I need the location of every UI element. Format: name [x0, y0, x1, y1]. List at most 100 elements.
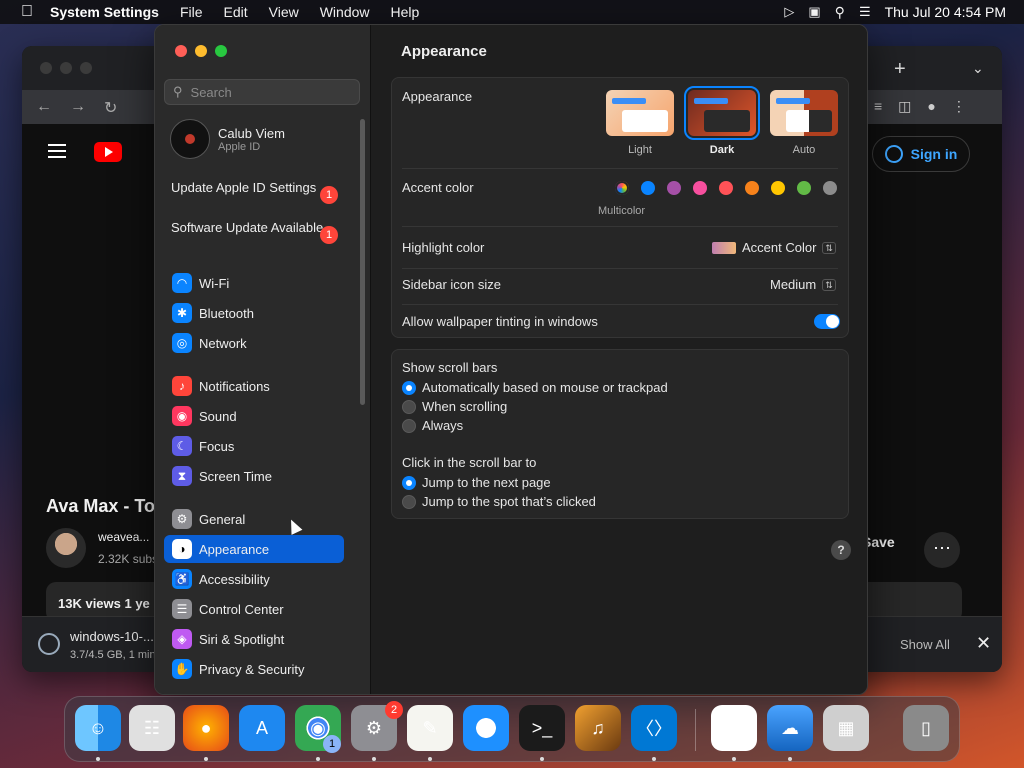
accent-swatch[interactable]: [719, 181, 733, 195]
radio-button[interactable]: [402, 475, 416, 490]
menu-file[interactable]: File: [180, 4, 203, 20]
appearance-auto-label[interactable]: Auto: [764, 144, 844, 156]
accent-swatch[interactable]: [797, 181, 811, 195]
youtube-logo[interactable]: [94, 142, 122, 162]
new-tab-icon[interactable]: +: [894, 58, 906, 81]
accent-swatch[interactable]: [641, 181, 655, 195]
radio-jump-next-page[interactable]: Jump to the next page: [402, 475, 551, 490]
sidebar-item-network[interactable]: ◎ Network: [164, 329, 344, 357]
notification-badge: 1: [320, 226, 338, 244]
dock-textedit-icon[interactable]: ✎: [407, 705, 453, 751]
sidebar-item-appearance[interactable]: ◑ Appearance: [164, 535, 344, 563]
dock-safari-icon[interactable]: ⌖: [463, 705, 509, 751]
menu-view[interactable]: View: [269, 4, 299, 20]
sidebar-item-accessibility[interactable]: ♿ Accessibility: [164, 565, 344, 593]
show-all-button[interactable]: Show All: [900, 637, 950, 652]
wallpaper-tinting-toggle[interactable]: [814, 314, 840, 329]
accent-multicolor-swatch[interactable]: [615, 181, 629, 195]
channel-name[interactable]: weavea...: [98, 530, 149, 544]
channel-avatar[interactable]: [46, 528, 86, 568]
side-panel-icon[interactable]: ◫: [898, 98, 911, 115]
hamburger-menu-icon[interactable]: [48, 144, 66, 162]
sidebar-item-sound[interactable]: ◉ Sound: [164, 402, 344, 430]
radio-when-scrolling[interactable]: When scrolling: [402, 399, 507, 414]
search-field[interactable]: ⚲: [164, 79, 360, 105]
forward-arrow-icon[interactable]: →: [70, 98, 86, 118]
sign-in-button[interactable]: Sign in: [872, 136, 970, 172]
dock-running-indicator: [788, 757, 792, 761]
sidebar-item-focus[interactable]: ☾ Focus: [164, 432, 344, 460]
reading-list-icon[interactable]: ≡: [874, 98, 882, 115]
apple-menu-icon[interactable]: : [18, 3, 36, 21]
dock-terminal-icon[interactable]: >_: [519, 705, 565, 751]
dock-firefox-icon[interactable]: ●: [183, 705, 229, 751]
sidebar-item-siri-spotlight[interactable]: ◈ Siri & Spotlight: [164, 625, 344, 653]
dock-vs-code-icon[interactable]: 〈〉: [631, 705, 677, 751]
appearance-dark-thumbnail[interactable]: [684, 86, 760, 140]
appearance-light-label[interactable]: Light: [600, 144, 680, 156]
dock-running-indicator: [372, 757, 376, 761]
sidebar-item-screen-time[interactable]: ⧗ Screen Time: [164, 462, 344, 490]
accent-swatch[interactable]: [667, 181, 681, 195]
accent-swatch[interactable]: [823, 181, 837, 195]
dock-visual-studio-icon[interactable]: ❖: [711, 705, 757, 751]
menu-app-name[interactable]: System Settings: [50, 4, 159, 20]
appearance-auto-thumbnail[interactable]: [770, 90, 838, 136]
sidebar-item-control-center[interactable]: ☰ Control Center: [164, 595, 344, 623]
dock-trash-icon[interactable]: ▯: [903, 705, 949, 751]
browser-menu-icon[interactable]: ⋮: [952, 98, 966, 115]
dock-app-store-icon[interactable]: A: [239, 705, 285, 751]
dock-weather-icon[interactable]: ☁: [767, 705, 813, 751]
radio-button[interactable]: [402, 399, 416, 414]
close-window-button[interactable]: [175, 45, 187, 57]
accent-swatch[interactable]: [693, 181, 707, 195]
minimize-window-button[interactable]: [195, 45, 207, 57]
sidebar-item-label: Siri & Spotlight: [199, 631, 285, 647]
highlight-color-popup[interactable]: Accent Color ⇅: [712, 240, 836, 255]
sidebar-scrollbar[interactable]: [360, 119, 365, 405]
sidebar-item-general[interactable]: ⚙ General: [164, 505, 344, 533]
dock-garageband-icon[interactable]: ♫: [575, 705, 621, 751]
sidebar-item-notifications[interactable]: ♪ Notifications: [164, 372, 344, 400]
help-button[interactable]: ?: [831, 540, 851, 560]
radio-button[interactable]: [402, 494, 416, 509]
more-options-icon[interactable]: ⋯: [924, 532, 960, 568]
sidebar-icon-size-popup[interactable]: Medium ⇅: [770, 277, 836, 292]
menu-clock[interactable]: Thu Jul 20 4:54 PM: [885, 4, 1006, 20]
accent-swatch[interactable]: [745, 181, 759, 195]
radio-button[interactable]: [402, 380, 416, 395]
radio-jump-spot-clicked[interactable]: Jump to the spot that’s clicked: [402, 494, 596, 509]
dock-launchpad-icon[interactable]: ☷: [129, 705, 175, 751]
profile-icon[interactable]: ●: [927, 98, 935, 115]
search-input[interactable]: [188, 83, 343, 101]
control-center-icon[interactable]: ☰: [859, 4, 871, 20]
appearance-light-thumbnail[interactable]: [606, 90, 674, 136]
screen-mirroring-icon[interactable]: ▣: [808, 4, 820, 20]
spotlight-search-icon[interactable]: ⚲: [835, 4, 845, 21]
sign-in-label: Sign in: [910, 146, 958, 162]
sidebar-item-wi-fi[interactable]: ◠ Wi-Fi: [164, 269, 344, 297]
appearance-dark-label[interactable]: Dark: [682, 144, 762, 156]
menu-edit[interactable]: Edit: [224, 4, 248, 20]
back-arrow-icon[interactable]: ←: [36, 98, 52, 118]
sidebar-item-label: Focus: [199, 438, 235, 454]
accent-swatch[interactable]: [771, 181, 785, 195]
sidebar-item-privacy-security[interactable]: ✋ Privacy & Security: [164, 655, 344, 683]
dock-finder-icon[interactable]: ☺: [75, 705, 121, 751]
apple-id-profile[interactable]: Calub Viem Apple ID: [170, 119, 285, 159]
tab-list-chevron-icon[interactable]: ⌄: [972, 60, 984, 77]
bell-icon: ♪: [172, 376, 192, 396]
dock-boot-camp-icon[interactable]: ▦: [823, 705, 869, 751]
reload-icon[interactable]: ↻: [104, 98, 117, 118]
radio-always[interactable]: Always: [402, 418, 463, 433]
close-download-bar-icon[interactable]: ✕: [976, 633, 991, 654]
download-file-name[interactable]: windows-10-...: [70, 629, 154, 644]
radio-automatically[interactable]: Automatically based on mouse or trackpad: [402, 380, 668, 395]
menu-window[interactable]: Window: [320, 4, 370, 20]
menu-help[interactable]: Help: [391, 4, 420, 20]
hand-icon: ✋: [172, 659, 192, 679]
sidebar-item-bluetooth[interactable]: ✱ Bluetooth: [164, 299, 344, 327]
play-status-icon[interactable]: ▷: [784, 4, 794, 20]
zoom-window-button[interactable]: [215, 45, 227, 57]
radio-button[interactable]: [402, 418, 416, 433]
